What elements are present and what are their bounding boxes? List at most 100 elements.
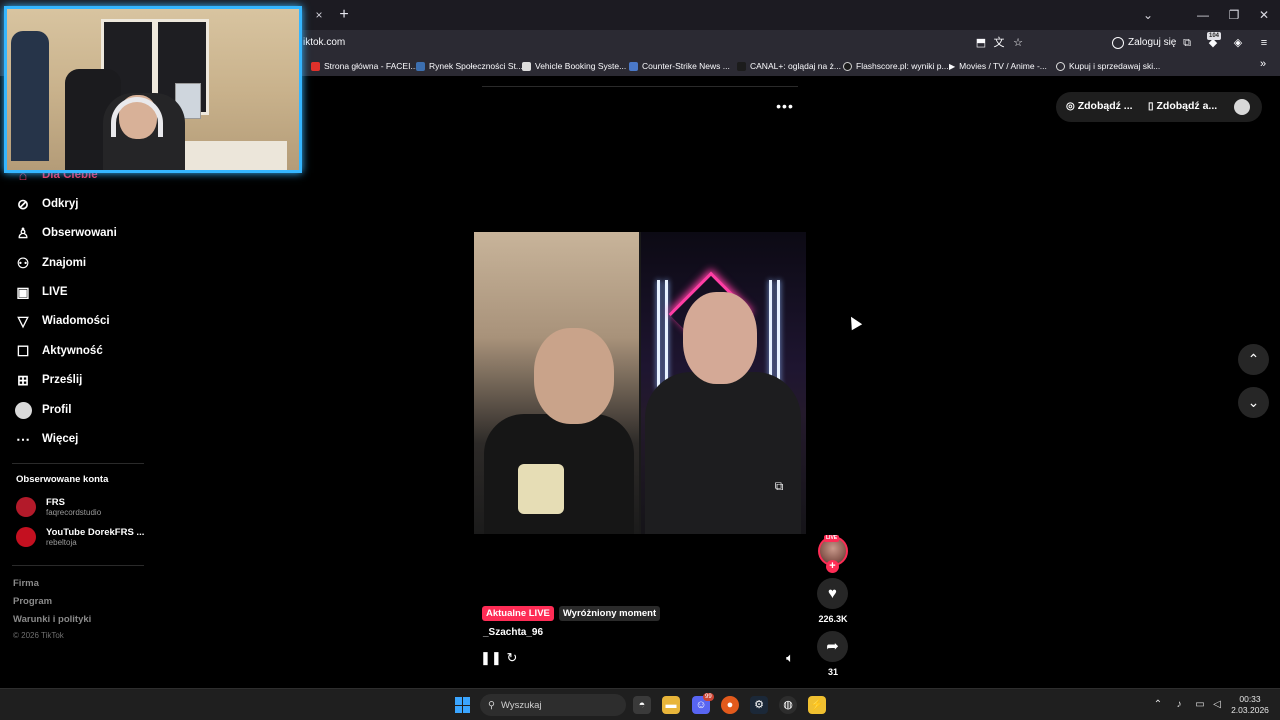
translate-icon[interactable]: 文 bbox=[991, 35, 1007, 51]
like-count: 226.3K bbox=[818, 614, 848, 624]
sidebar-item-profile[interactable]: Profil bbox=[14, 399, 71, 421]
follow-button[interactable]: + bbox=[826, 560, 839, 573]
extension-badge: 104 bbox=[1207, 32, 1222, 40]
sidebar-item-more[interactable]: ⋯ Więcej bbox=[14, 428, 78, 450]
calendar-icon bbox=[522, 61, 531, 71]
footer-link-company[interactable]: Firma bbox=[13, 578, 39, 589]
like-button[interactable]: ♥ bbox=[817, 578, 848, 609]
avatar bbox=[14, 401, 32, 419]
neon-light bbox=[777, 280, 780, 390]
clock-date: 2.03.2026 bbox=[1231, 705, 1269, 715]
avatar bbox=[16, 497, 36, 517]
sidebar-item-messages[interactable]: ▽ Wiadomości bbox=[14, 310, 110, 332]
steam-icon[interactable]: ⚙ bbox=[750, 696, 768, 714]
taskbar: ⚲ Wyszukaj ◓ ▬ ☺ 99 ● ⚙ ◍ ⚡ ⌃ ♪ ▭ ◁ 00:3… bbox=[0, 688, 1280, 720]
bookmark-canal-plus[interactable]: CANAL+: oglądaj na ż... bbox=[737, 59, 841, 73]
login-button[interactable]: Zaloguj się bbox=[1112, 35, 1176, 51]
picture-in-picture-icon[interactable]: ⧉ bbox=[770, 478, 788, 494]
followed-account-frs[interactable]: FRS faqrecordstudio bbox=[16, 497, 101, 517]
coin-icon: ◎ bbox=[1066, 100, 1075, 112]
file-explorer-icon[interactable]: ▬ bbox=[662, 696, 680, 714]
following-icon: ♙ bbox=[16, 224, 30, 241]
more-icon: ⋯ bbox=[16, 430, 30, 447]
sidebar-divider bbox=[12, 565, 144, 566]
neon-light bbox=[665, 280, 668, 390]
bookmark-flashscore[interactable]: Flashscore.pl: wyniki p... bbox=[843, 59, 949, 73]
discord-badge: 99 bbox=[703, 693, 714, 701]
replay-icon[interactable]: ↻ bbox=[504, 650, 520, 666]
previous-video-button[interactable]: ⌃ bbox=[1238, 344, 1269, 375]
account-icon bbox=[1112, 37, 1124, 49]
current-live-badge[interactable]: Aktualne LIVE bbox=[482, 606, 554, 621]
sidebar-item-following[interactable]: ♙ Obserwowani bbox=[14, 222, 117, 244]
mouse-cursor bbox=[845, 313, 863, 331]
chevron-up-icon[interactable]: ⌃ bbox=[1151, 698, 1165, 712]
app-icon[interactable]: ⚡ bbox=[808, 696, 826, 714]
globe-icon bbox=[1056, 61, 1065, 71]
share-icon: ➦ bbox=[826, 638, 839, 655]
maximize-button[interactable]: ❐ bbox=[1223, 5, 1245, 25]
bookmark-steam-market[interactable]: Rynek Społeczności St... bbox=[416, 59, 523, 73]
sidebar-item-friends[interactable]: ⚇ Znajomi bbox=[14, 252, 86, 274]
get-coins-button[interactable]: ◎ Zdobądź ... bbox=[1066, 100, 1133, 112]
menu-icon[interactable]: ≡ bbox=[1256, 35, 1272, 51]
flashscore-icon bbox=[843, 61, 852, 71]
sidebar-item-explore[interactable]: ⊘ Odkryj bbox=[14, 193, 78, 215]
chevron-down-icon: ⌄ bbox=[1247, 394, 1260, 410]
network-icon[interactable]: ▭ bbox=[1193, 698, 1207, 712]
video-username[interactable]: _Szachta_96 bbox=[483, 627, 543, 638]
speaker-icon[interactable]: ◁ bbox=[1210, 698, 1224, 712]
sidebar-item-live[interactable]: ▣ LIVE bbox=[14, 281, 67, 303]
profile-icon bbox=[14, 401, 32, 419]
bookmarks-overflow-icon[interactable]: » bbox=[1260, 58, 1266, 70]
footer-link-program[interactable]: Program bbox=[13, 596, 52, 607]
followed-account-dorekfrs[interactable]: YouTube DorekFRS ... rebeltoja bbox=[16, 527, 144, 547]
minimize-button[interactable]: — bbox=[1192, 5, 1214, 25]
search-icon: ⚲ bbox=[488, 699, 495, 711]
following-accounts-title: Obserwowane konta bbox=[16, 474, 109, 485]
avatar bbox=[16, 527, 36, 547]
footer-link-terms[interactable]: Warunki i polityki bbox=[13, 614, 91, 625]
antivirus-icon[interactable]: ◓ bbox=[633, 696, 651, 714]
shield-extension-icon[interactable]: ◈ bbox=[1230, 35, 1246, 51]
video-left-pane bbox=[474, 232, 639, 534]
video-player[interactable]: ⧉ bbox=[474, 232, 806, 534]
pause-icon[interactable]: ❚❚ bbox=[480, 650, 502, 666]
share-button[interactable]: ➦ bbox=[817, 631, 848, 662]
steam-icon bbox=[416, 61, 425, 71]
avatar[interactable] bbox=[1234, 99, 1250, 115]
cup bbox=[518, 464, 564, 514]
webcam-overlay bbox=[4, 6, 302, 173]
microphone-icon[interactable]: ♪ bbox=[1172, 698, 1186, 712]
volume-icon[interactable]: 🔈︎ bbox=[782, 650, 798, 666]
windows-start-icon[interactable] bbox=[455, 697, 471, 713]
install-app-icon[interactable]: ⬒ bbox=[973, 35, 989, 51]
bookmark-vehicle-booking[interactable]: Vehicle Booking Syste... bbox=[522, 59, 626, 73]
firefox-icon[interactable]: ● bbox=[721, 696, 739, 714]
compass-icon: ⊘ bbox=[17, 195, 29, 212]
sidebar-item-activity[interactable]: ☐ Aktywność bbox=[14, 340, 103, 362]
gamebar-icon[interactable]: ◍ bbox=[779, 696, 797, 714]
next-video-button[interactable]: ⌄ bbox=[1238, 387, 1269, 418]
bookmark-star-icon[interactable]: ☆ bbox=[1010, 35, 1026, 51]
more-options-icon[interactable]: ••• bbox=[774, 98, 796, 114]
heart-icon: ♥ bbox=[828, 585, 837, 602]
clock[interactable]: 00:33 2.03.2026 bbox=[1230, 694, 1270, 716]
extensions-icon[interactable]: ⧉ bbox=[1179, 35, 1195, 51]
chevron-up-icon: ⌃ bbox=[1247, 351, 1260, 367]
close-tab-icon[interactable]: × bbox=[310, 6, 328, 24]
address-bar[interactable]: iktok.com bbox=[303, 37, 345, 48]
person-right-body bbox=[645, 372, 801, 534]
bookmark-hltv[interactable]: Counter-Strike News ... bbox=[629, 59, 730, 73]
hltv-icon bbox=[629, 61, 638, 71]
bookmark-facebook[interactable]: Strona główna - FACEI... bbox=[311, 59, 418, 73]
bookmark-movies[interactable]: ▶ Movies / TV / Anime -... bbox=[949, 59, 1047, 73]
taskbar-search[interactable]: ⚲ Wyszukaj bbox=[480, 694, 626, 716]
bookmark-skins[interactable]: Kupuj i sprzedawaj ski... bbox=[1056, 59, 1160, 73]
get-app-button[interactable]: ▯ Zdobądź a... bbox=[1148, 100, 1217, 112]
tab-list-icon[interactable]: ⌄ bbox=[1137, 5, 1159, 25]
new-tab-button[interactable]: + bbox=[334, 5, 354, 25]
close-window-button[interactable]: ✕ bbox=[1253, 5, 1275, 25]
live-badge: LIVE bbox=[824, 535, 840, 542]
sidebar-item-upload[interactable]: ⊞ Prześlij bbox=[14, 369, 82, 391]
